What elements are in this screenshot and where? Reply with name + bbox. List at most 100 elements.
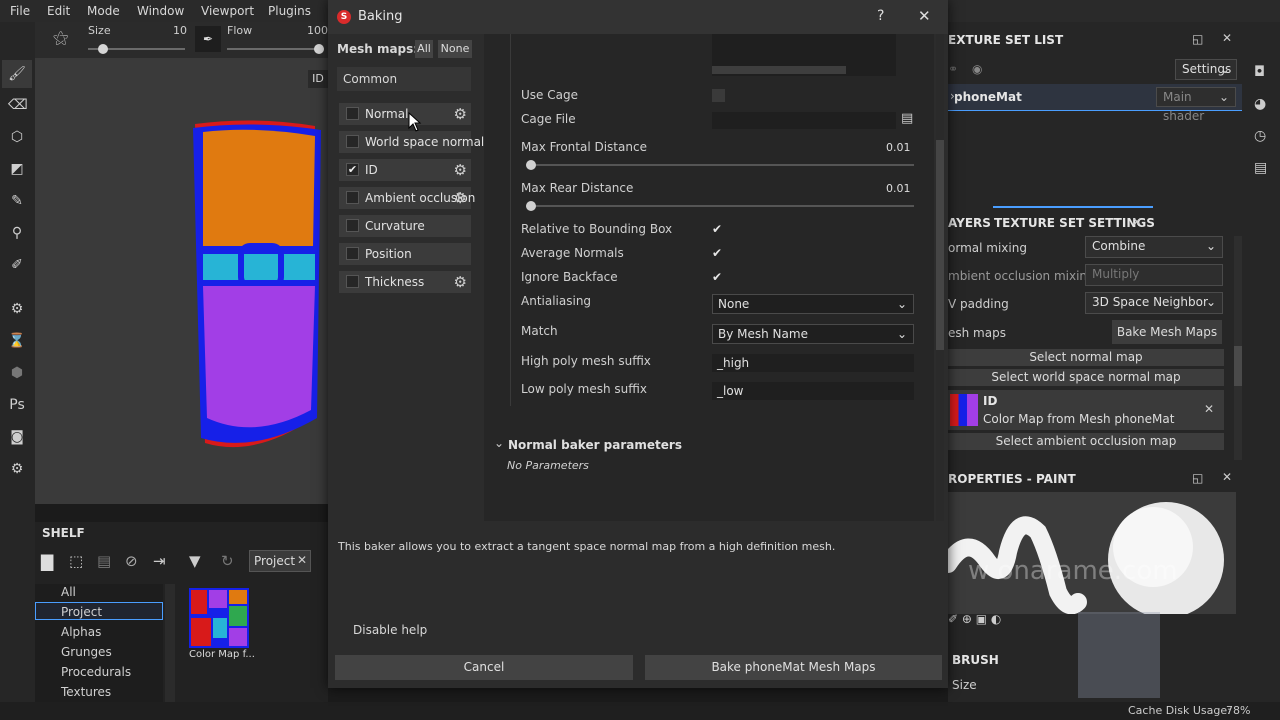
relative-bbox-checkbox[interactable]: ✔	[712, 223, 725, 236]
gear-icon[interactable]: ⚙	[454, 161, 467, 179]
brush-mode-icons[interactable]: ✐ ⊕ ▣ ◐	[948, 612, 1001, 626]
paint-brush-icon[interactable]: 🖌	[2, 60, 32, 88]
log-icon[interactable]: ▤	[1254, 160, 1267, 176]
max-frontal-distance-slider[interactable]	[526, 160, 914, 170]
menu-viewport[interactable]: Viewport	[201, 4, 254, 18]
menu-edit[interactable]: Edit	[47, 4, 70, 18]
display-settings-icon[interactable]: ◕	[1254, 96, 1266, 112]
color-map-thumbnail[interactable]	[189, 588, 249, 648]
close-icon[interactable]: ✕	[1222, 31, 1232, 45]
bake-mesh-maps-dialog-button[interactable]: Bake phoneMat Mesh Maps	[645, 655, 942, 680]
hide-icon[interactable]: ⊘	[125, 552, 138, 570]
map-id-checkbox[interactable]: ✔	[346, 163, 359, 176]
import-icon[interactable]: ⬚	[69, 552, 83, 570]
camera-capture-icon[interactable]: ◙	[8, 428, 26, 446]
map-item-normal[interactable]: Normal ⚙	[339, 103, 471, 125]
match-dropdown[interactable]: By Mesh Name ⌄	[712, 324, 914, 344]
size-slider[interactable]	[88, 44, 185, 54]
close-icon[interactable]: ✕	[1222, 470, 1232, 484]
close-icon[interactable]: ✕	[297, 553, 307, 567]
high-poly-suffix-input[interactable]: _high	[712, 354, 914, 372]
map-item-curvature[interactable]: Curvature	[339, 215, 471, 237]
shelf-category-all[interactable]: All	[61, 585, 76, 599]
eraser-icon[interactable]: ⌫	[8, 96, 28, 114]
bake-tool-icon[interactable]: ⚙	[8, 300, 26, 318]
max-rear-slider-knob[interactable]	[526, 201, 536, 211]
shelf-scrollbar[interactable]	[165, 584, 175, 702]
map-item-position[interactable]: Position	[339, 243, 471, 265]
refresh-icon[interactable]: ↻	[221, 552, 234, 570]
3d-viewport[interactable]: ID	[35, 58, 328, 504]
select-world-normal-button[interactable]: Select world space normal map	[948, 369, 1224, 386]
close-icon[interactable]: ✕	[1204, 402, 1214, 416]
cancel-button[interactable]: Cancel	[335, 655, 633, 680]
normal-mixing-dropdown[interactable]: Combine ⌄	[1085, 236, 1223, 258]
color-picker-icon[interactable]: ✐	[8, 256, 26, 274]
tab-texture-set-settings[interactable]: TEXTURE SET SETTINGS	[994, 216, 1155, 230]
ao-mixing-dropdown[interactable]: Multiply	[1085, 264, 1223, 286]
eye-icon[interactable]: ◉	[972, 62, 982, 76]
gear-icon[interactable]: ⚙	[454, 273, 467, 291]
map-ambient-occlusion-checkbox[interactable]	[346, 191, 359, 204]
max-rear-distance-slider[interactable]	[526, 201, 914, 211]
camera-icon[interactable]: ◘	[1254, 64, 1265, 80]
map-item-id[interactable]: ✔ ID ⚙	[339, 159, 471, 181]
folder-icon[interactable]: ▇	[41, 552, 53, 571]
map-curvature-checkbox[interactable]	[346, 219, 359, 232]
projection-icon[interactable]: ⬡	[8, 128, 26, 146]
parameters-scrollbar[interactable]	[936, 34, 944, 521]
map-item-thickness[interactable]: Thickness ⚙	[339, 271, 471, 293]
shelf-tab-project[interactable]: Project ✕	[249, 550, 311, 572]
id-map-slot[interactable]: ID Color Map from Mesh phoneMat ✕	[948, 390, 1224, 430]
ignore-backface-checkbox[interactable]: ✔	[712, 271, 725, 284]
normal-baker-section-title[interactable]: Normal baker parameters	[508, 438, 682, 452]
gear-icon[interactable]: ⚙	[454, 105, 467, 123]
settings-dropdown[interactable]: Settings ⌄	[1175, 59, 1237, 80]
map-normal-checkbox[interactable]	[346, 107, 359, 120]
brush-tip-icon[interactable]: ✒	[195, 26, 221, 52]
parameters-scrollbar-thumb[interactable]	[936, 140, 944, 350]
shelf-category-procedurals[interactable]: Procedurals	[61, 665, 131, 679]
size-slider-knob[interactable]	[98, 44, 109, 54]
shelf-category-grunges[interactable]: Grunges	[61, 645, 112, 659]
antialiasing-dropdown[interactable]: None ⌄	[712, 294, 914, 314]
save-icon[interactable]: ▤	[97, 552, 111, 570]
map-item-ambient-occlusion[interactable]: Ambient occlusion ⚙	[339, 187, 475, 209]
map-position-checkbox[interactable]	[346, 247, 359, 260]
shelf-category-textures[interactable]: Textures	[61, 685, 111, 699]
tab-layers[interactable]: AYERS	[948, 216, 991, 230]
iray-icon[interactable]: ⌛	[8, 332, 26, 350]
menu-window[interactable]: Window	[137, 4, 184, 18]
shelf-category-project[interactable]: Project	[61, 605, 102, 619]
max-frontal-slider-knob[interactable]	[526, 160, 536, 170]
menu-mode[interactable]: Mode	[87, 4, 120, 18]
map-world-space-normal-checkbox[interactable]	[346, 135, 359, 148]
file-browse-icon[interactable]: ▤	[901, 111, 913, 126]
substance-icon[interactable]: ⬢	[8, 364, 26, 382]
disable-help-link[interactable]: Disable help	[353, 623, 427, 637]
clone-stamp-icon[interactable]: ⚲	[8, 224, 26, 242]
gear-icon[interactable]: ⚙	[454, 189, 467, 207]
close-icon[interactable]: ✕	[1132, 215, 1142, 229]
common-section[interactable]: Common	[337, 67, 471, 91]
shader-dropdown[interactable]: Main shader ⌄	[1156, 87, 1236, 123]
menu-file[interactable]: File	[10, 4, 30, 18]
map-thickness-checkbox[interactable]	[346, 275, 359, 288]
viewport-channel-badge[interactable]: ID	[308, 70, 328, 88]
cage-file-input[interactable]	[712, 112, 896, 129]
texture-set-row[interactable]: › phoneMat Main shader ⌄	[948, 84, 1242, 123]
use-cage-checkbox[interactable]	[712, 89, 725, 102]
map-item-world-space-normal[interactable]: World space normal	[339, 131, 484, 153]
maximize-icon[interactable]: ◱	[1192, 471, 1203, 485]
average-normals-checkbox[interactable]: ✔	[712, 247, 725, 260]
low-poly-suffix-input[interactable]: _low	[712, 382, 914, 400]
link-icon[interactable]: ⚭	[948, 62, 958, 76]
smudge-icon[interactable]: ✎	[8, 192, 26, 210]
settings-cog-icon[interactable]: ⚙	[8, 460, 26, 478]
uv-padding-dropdown[interactable]: 3D Space Neighbor ⌄	[1085, 292, 1223, 314]
help-button[interactable]: ?	[877, 8, 884, 24]
preview-scrollbar[interactable]	[712, 66, 846, 74]
chevron-down-icon[interactable]: ⌄	[494, 436, 504, 450]
history-icon[interactable]: ◷	[1254, 128, 1266, 144]
select-ao-map-button[interactable]: Select ambient occlusion map	[948, 433, 1224, 450]
